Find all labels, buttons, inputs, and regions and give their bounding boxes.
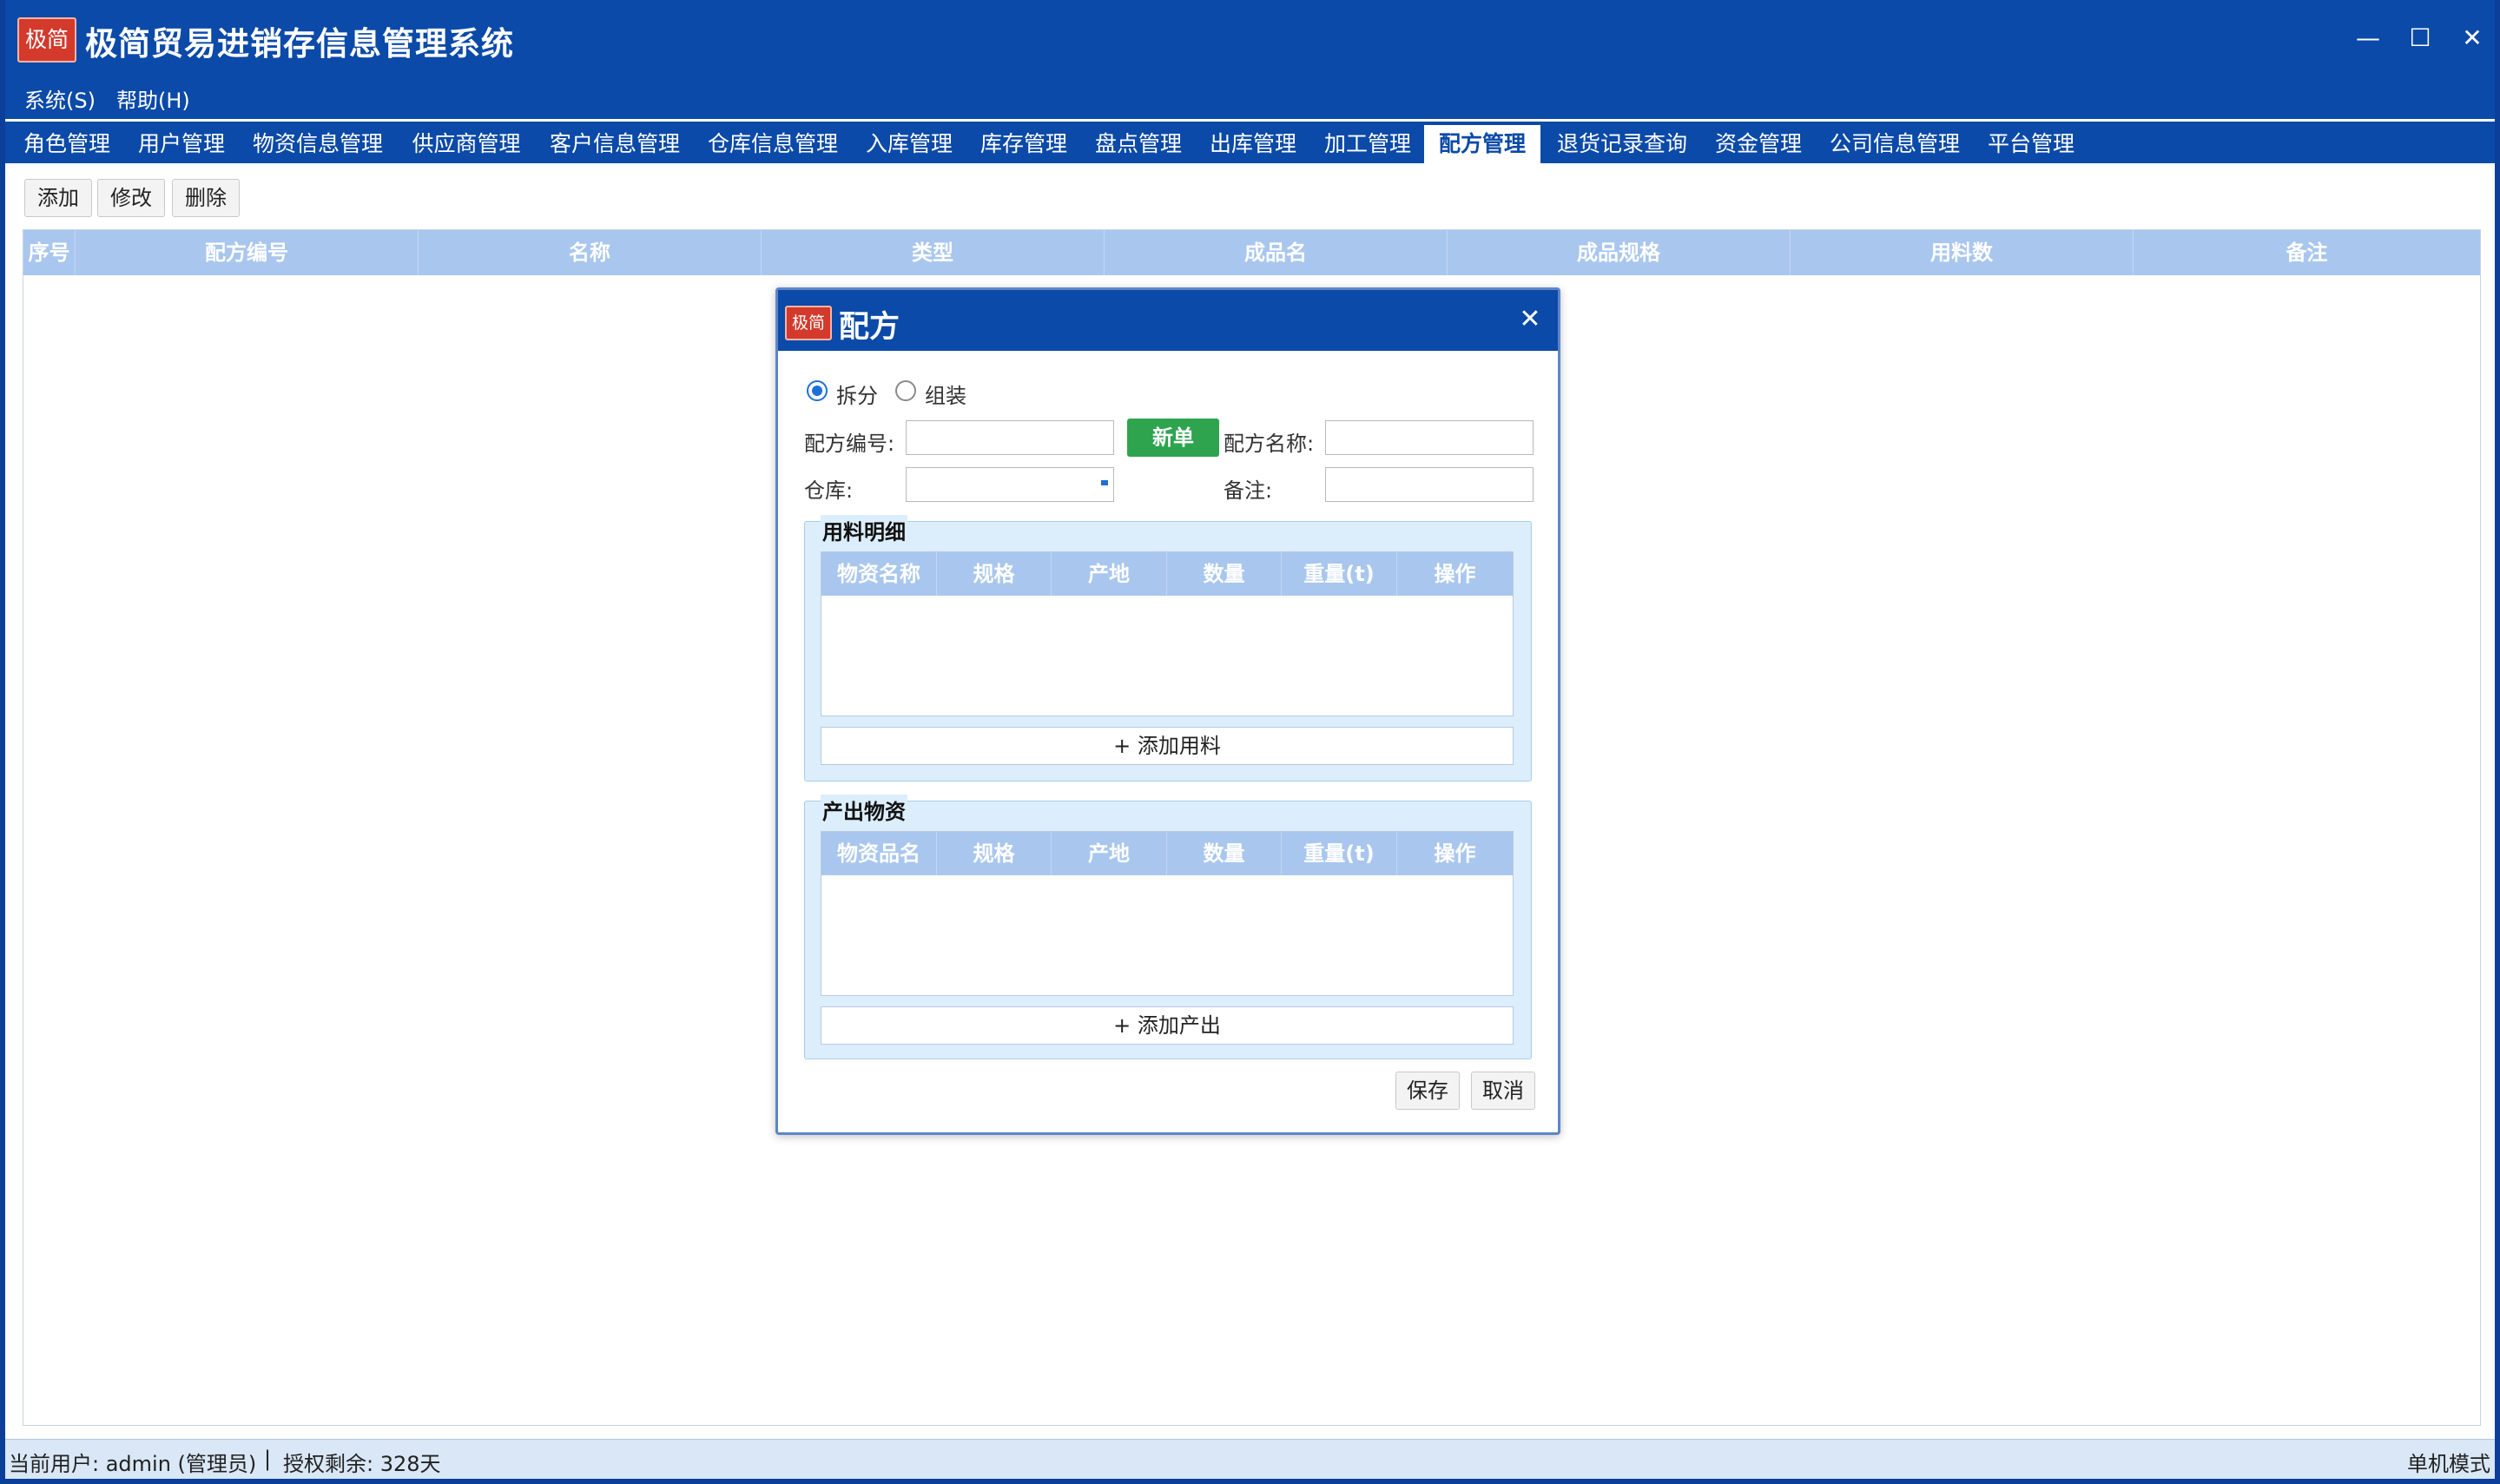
tab-user-management[interactable]: 用户管理: [130, 125, 233, 163]
status-bar: 当前用户: admin (管理员) | 授权剩余: 328天 单机模式: [5, 1439, 2495, 1479]
tab-company-info[interactable]: 公司信息管理: [1822, 125, 1968, 163]
app-logo: 极简: [17, 17, 76, 63]
minimize-icon[interactable]: —: [2351, 21, 2385, 56]
tab-processing[interactable]: 加工管理: [1316, 125, 1419, 163]
menu-bar: 系统(S) 帮助(H): [5, 82, 2495, 119]
title-bar: 极简 极简贸易进销存信息管理系统 — ☐ ✕: [5, 0, 2495, 82]
tab-return-records[interactable]: 退货记录查询: [1549, 125, 1695, 163]
status-separator: |: [264, 1447, 272, 1471]
column-header[interactable]: 序号: [23, 230, 76, 275]
menu-help[interactable]: 帮助(H): [116, 82, 190, 119]
tab-role-management[interactable]: 角色管理: [16, 125, 118, 163]
radio-assemble-label[interactable]: 组装: [925, 379, 966, 409]
outputs-table[interactable]: 物资品名 规格 产地 数量 重量(t) 操作: [821, 831, 1514, 996]
tab-stocktaking[interactable]: 盘点管理: [1087, 125, 1190, 163]
tab-platform[interactable]: 平台管理: [1980, 125, 2082, 163]
radio-split-label[interactable]: 拆分: [836, 379, 878, 409]
recipe-name-input[interactable]: [1325, 420, 1534, 455]
new-recipe-button[interactable]: 新单: [1127, 419, 1219, 457]
column-header[interactable]: 配方编号: [76, 230, 419, 275]
tab-bar: 角色管理 用户管理 物资信息管理 供应商管理 客户信息管理 仓库信息管理 入库管…: [5, 122, 2495, 163]
dialog-logo: 极简: [785, 306, 832, 340]
column-header[interactable]: 规格: [937, 832, 1052, 875]
column-header[interactable]: 成品名: [1105, 230, 1448, 275]
tab-inbound[interactable]: 入库管理: [858, 125, 960, 163]
column-header[interactable]: 名称: [419, 230, 762, 275]
edit-button[interactable]: 修改: [97, 179, 165, 217]
tab-material-info[interactable]: 物资信息管理: [245, 125, 391, 163]
materials-group-title: 用料明细: [821, 515, 907, 545]
note-label: 备注:: [1224, 478, 1273, 503]
outputs-group-title: 产出物资: [821, 795, 907, 825]
tab-supplier[interactable]: 供应商管理: [403, 125, 530, 163]
column-header[interactable]: 成品规格: [1448, 230, 1791, 275]
recipe-name-label: 配方名称:: [1224, 432, 1315, 456]
main-window: 极简 极简贸易进销存信息管理系统 — ☐ ✕ 系统(S) 帮助(H) 角色管理 …: [5, 0, 2495, 1479]
dialog-title: 配方: [839, 310, 900, 345]
column-header[interactable]: 数量: [1167, 552, 1282, 596]
dropdown-icon[interactable]: [1101, 480, 1108, 485]
tab-warehouse-info[interactable]: 仓库信息管理: [700, 125, 846, 163]
tab-outbound[interactable]: 出库管理: [1202, 125, 1304, 163]
outputs-group: 产出物资 物资品名 规格 产地 数量 重量(t) 操作 + 添加产出: [804, 795, 1532, 1059]
materials-table-header: 物资名称 规格 产地 数量 重量(t) 操作: [821, 552, 1513, 596]
add-material-button[interactable]: + 添加用料: [821, 727, 1514, 765]
tab-inventory[interactable]: 库存管理: [973, 125, 1075, 163]
delete-button[interactable]: 删除: [172, 179, 240, 217]
run-mode: 单机模式: [2407, 1452, 2490, 1476]
app-title: 极简贸易进销存信息管理系统: [85, 25, 514, 63]
close-icon[interactable]: ✕: [2455, 21, 2490, 56]
column-header[interactable]: 产地: [1052, 552, 1167, 596]
radio-split[interactable]: [807, 380, 828, 401]
recipe-no-input[interactable]: [906, 420, 1114, 455]
column-header[interactable]: 数量: [1167, 832, 1282, 875]
add-button[interactable]: 添加: [24, 179, 92, 217]
column-header[interactable]: 物资品名: [821, 832, 937, 875]
tab-funds[interactable]: 资金管理: [1707, 125, 1810, 163]
column-header[interactable]: 重量(t): [1282, 552, 1397, 596]
column-header[interactable]: 操作: [1397, 832, 1513, 875]
save-button[interactable]: 保存: [1395, 1072, 1460, 1110]
warehouse-select[interactable]: [906, 467, 1114, 502]
current-user: 当前用户: admin (管理员): [9, 1452, 257, 1476]
column-header[interactable]: 类型: [762, 230, 1105, 275]
column-header[interactable]: 用料数: [1791, 230, 2134, 275]
menu-system[interactable]: 系统(S): [24, 82, 96, 119]
column-header[interactable]: 产地: [1052, 832, 1167, 875]
tab-recipe-management[interactable]: 配方管理: [1424, 125, 1540, 163]
license-remaining: 授权剩余: 328天: [283, 1452, 441, 1476]
cancel-button[interactable]: 取消: [1471, 1072, 1535, 1110]
materials-group: 用料明细 物资名称 规格 产地 数量 重量(t) 操作 + 添加用料: [804, 515, 1532, 782]
maximize-icon[interactable]: ☐: [2403, 21, 2437, 56]
column-header[interactable]: 规格: [937, 552, 1052, 596]
recipe-dialog: 极简 配方 ✕ 拆分 组装 配方编号: 新单 配方名称: 仓库: 备注: 用料明…: [775, 287, 1560, 1135]
tab-customer-info[interactable]: 客户信息管理: [542, 125, 688, 163]
recipe-no-label: 配方编号:: [804, 432, 895, 456]
column-header[interactable]: 备注: [2134, 230, 2480, 275]
outputs-table-header: 物资品名 规格 产地 数量 重量(t) 操作: [821, 832, 1513, 875]
warehouse-label: 仓库:: [804, 478, 854, 503]
table-header: 序号 配方编号 名称 类型 成品名 成品规格 用料数 备注: [23, 230, 2480, 275]
column-header[interactable]: 物资名称: [821, 552, 937, 596]
column-header[interactable]: 操作: [1397, 552, 1513, 596]
add-output-button[interactable]: + 添加产出: [821, 1006, 1514, 1045]
materials-table[interactable]: 物资名称 规格 产地 数量 重量(t) 操作: [821, 551, 1514, 716]
dialog-title-bar: 极简 配方 ✕: [778, 290, 1558, 351]
dialog-close-icon[interactable]: ✕: [1514, 304, 1546, 335]
radio-assemble[interactable]: [895, 380, 916, 401]
column-header[interactable]: 重量(t): [1282, 832, 1397, 875]
note-input[interactable]: [1325, 467, 1534, 502]
